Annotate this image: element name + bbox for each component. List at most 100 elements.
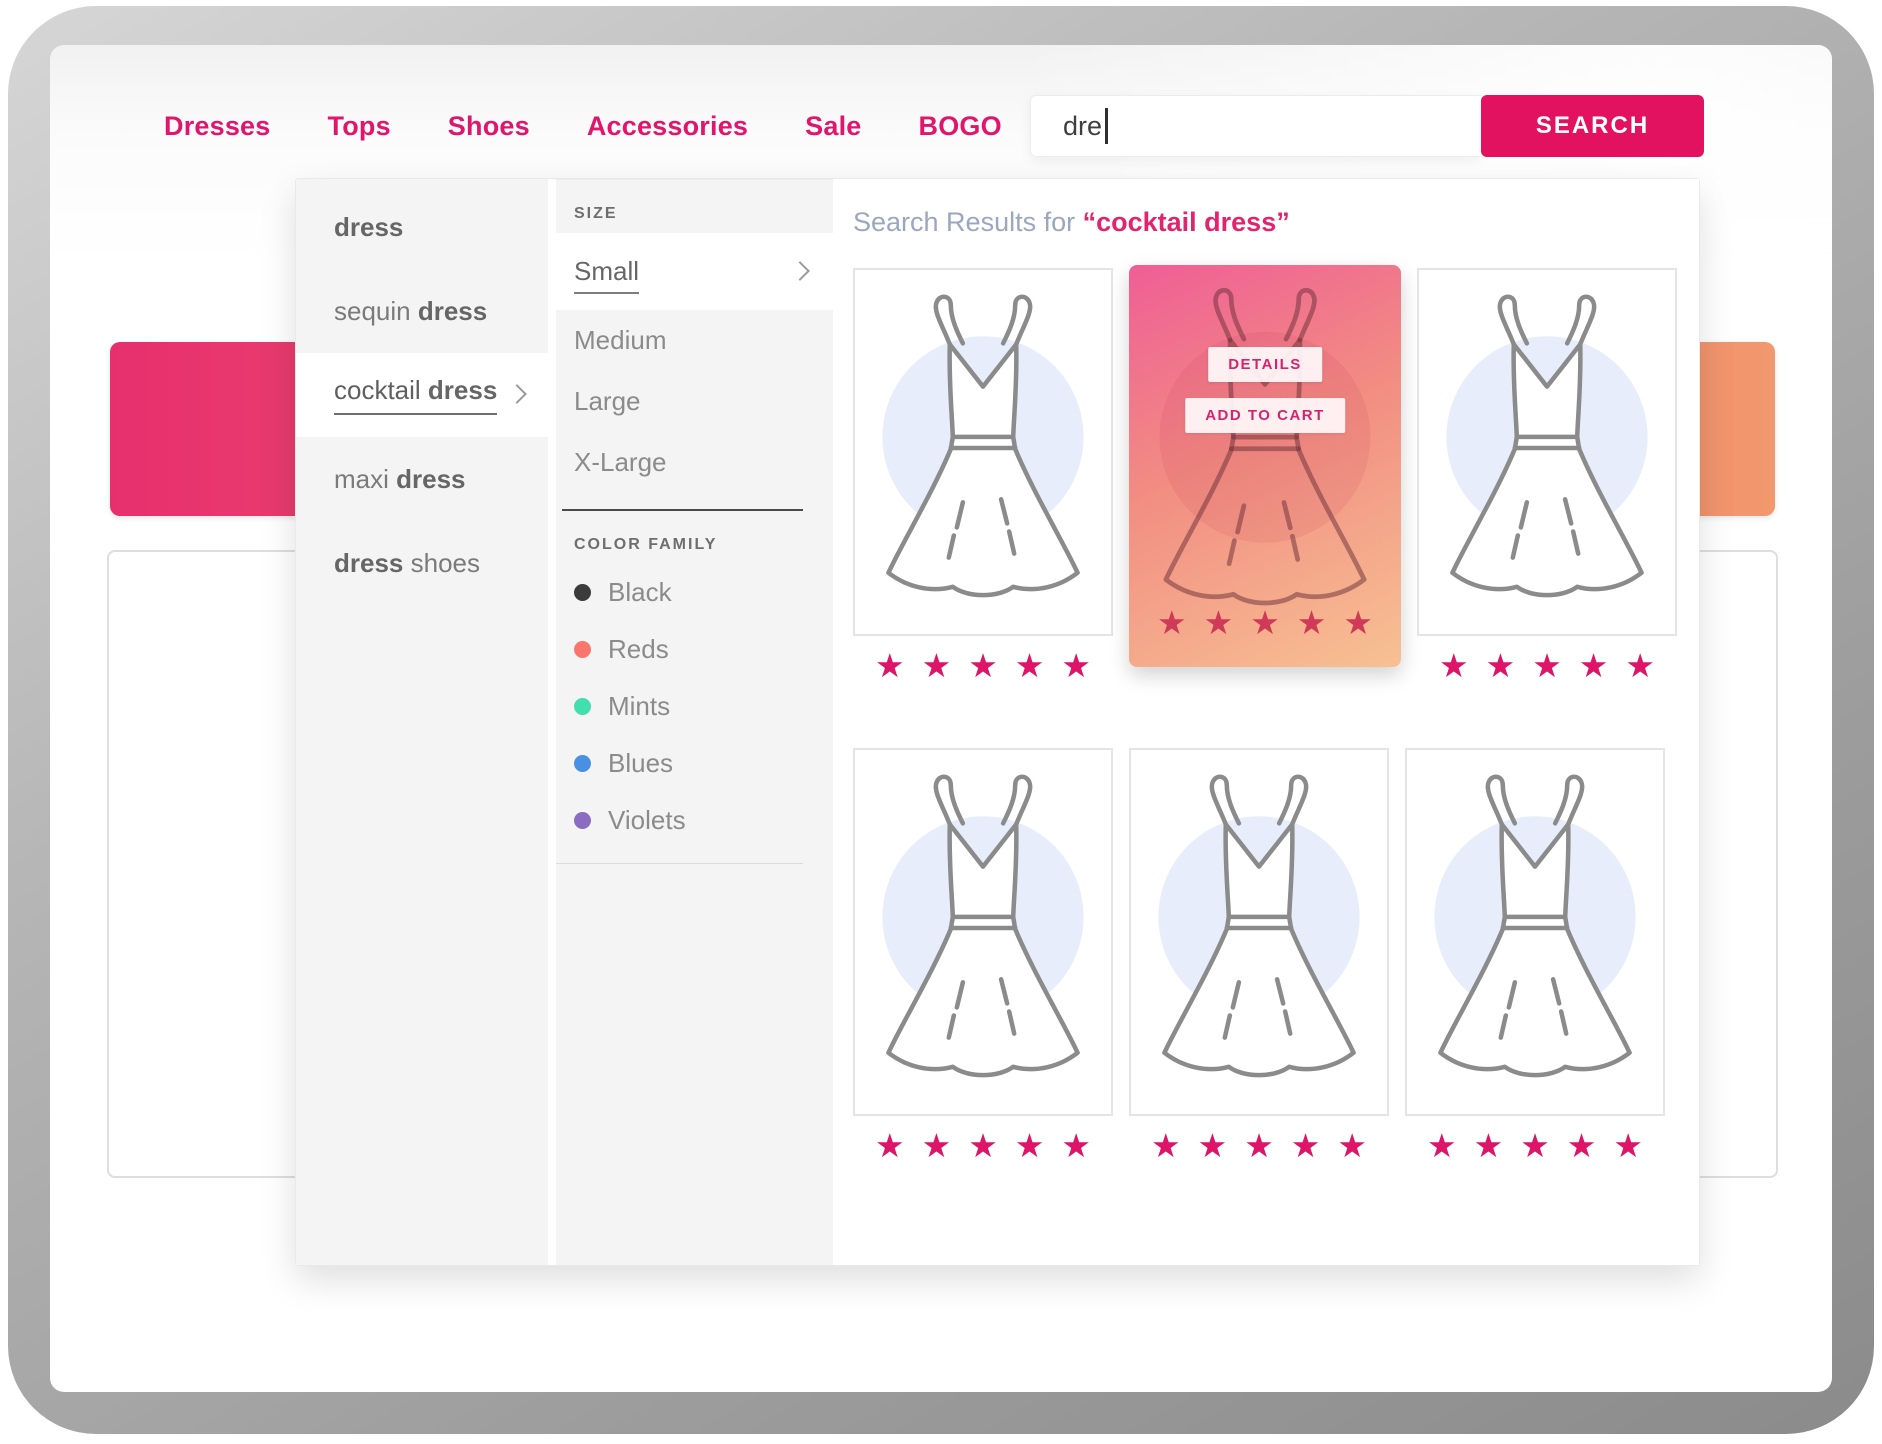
star-icon: ★ bbox=[1291, 1129, 1321, 1162]
main-navigation: Dresses Tops Shoes Accessories Sale BOGO bbox=[164, 95, 1002, 157]
suggestion-label: maxi dress bbox=[334, 464, 466, 495]
star-icon: ★ bbox=[1613, 1129, 1643, 1162]
star-icon: ★ bbox=[1427, 1129, 1457, 1162]
color-swatch-icon bbox=[574, 698, 591, 715]
star-icon: ★ bbox=[1204, 606, 1234, 639]
star-icon: ★ bbox=[1343, 606, 1373, 639]
color-option-label: Black bbox=[608, 577, 672, 608]
nav-link-bogo[interactable]: BOGO bbox=[919, 111, 1002, 142]
suggestion-sequin-dress[interactable]: sequin dress bbox=[296, 269, 548, 353]
star-icon: ★ bbox=[1015, 649, 1045, 682]
device-frame: Dresses Tops Shoes Accessories Sale BOGO dre … bbox=[8, 6, 1874, 1434]
search-results: Search Results for “cocktail dress” ★★★★… bbox=[833, 179, 1699, 1265]
color-option-label: Blues bbox=[608, 748, 673, 779]
color-option-violets[interactable]: Violets bbox=[556, 792, 833, 849]
chevron-right-icon bbox=[507, 384, 527, 404]
color-family-header: COLOR FAMILY bbox=[574, 536, 833, 554]
product-card-4: ★ ★ ★ ★ ★ bbox=[853, 748, 1113, 1162]
product-card-image-area[interactable] bbox=[853, 748, 1113, 1116]
star-icon: ★ bbox=[1520, 1129, 1550, 1162]
suggestion-label: sequin dress bbox=[334, 296, 487, 327]
search-query-text: dre bbox=[1063, 111, 1102, 142]
color-option-reds[interactable]: Reds bbox=[556, 621, 833, 678]
size-option-x-large[interactable]: X-Large bbox=[556, 432, 833, 493]
color-option-blues[interactable]: Blues bbox=[556, 735, 833, 792]
nav-link-shoes[interactable]: Shoes bbox=[448, 111, 530, 142]
suggestion-label: cocktail dress bbox=[334, 375, 497, 415]
product-card-image-area[interactable] bbox=[1129, 748, 1389, 1116]
suggestion-cocktail-dress[interactable]: cocktail dress bbox=[296, 353, 548, 437]
star-icon: ★ bbox=[1486, 649, 1516, 682]
star-icon: ★ bbox=[1157, 606, 1187, 639]
star-icon: ★ bbox=[1244, 1129, 1274, 1162]
size-option-label: Medium bbox=[574, 325, 666, 355]
star-icon: ★ bbox=[1439, 649, 1469, 682]
dress-illustration bbox=[1434, 286, 1660, 618]
color-option-mints[interactable]: Mints bbox=[556, 678, 833, 735]
product-card-image-area[interactable]: DETAILSADD TO CART★★★★★ bbox=[1129, 265, 1401, 667]
nav-link-tops[interactable]: Tops bbox=[328, 111, 391, 142]
add-to-cart-button[interactable]: ADD TO CART bbox=[1185, 398, 1345, 433]
details-button[interactable]: DETAILS bbox=[1208, 347, 1322, 382]
product-card-3: ★★★★★ bbox=[1417, 268, 1677, 682]
rating-stars: ★ ★ ★ ★ ★ bbox=[1129, 1129, 1389, 1162]
star-icon: ★ bbox=[968, 649, 998, 682]
filter-divider-light bbox=[556, 863, 803, 864]
star-icon: ★ bbox=[875, 649, 905, 682]
dress-illustration bbox=[1146, 279, 1384, 627]
dress-illustration bbox=[1146, 766, 1372, 1098]
search-input[interactable]: dre bbox=[1030, 95, 1481, 157]
star-icon: ★ bbox=[1625, 649, 1655, 682]
nav-link-accessories[interactable]: Accessories bbox=[587, 111, 748, 142]
star-icon: ★ bbox=[922, 1129, 952, 1162]
star-icon: ★ bbox=[968, 1129, 998, 1162]
rating-stars: ★★★★★ bbox=[853, 649, 1113, 682]
rating-stars: ★★★★★ bbox=[1417, 649, 1677, 682]
size-options: Small Medium Large X-Large bbox=[556, 233, 833, 493]
star-icon: ★ bbox=[1337, 1129, 1367, 1162]
size-option-large[interactable]: Large bbox=[556, 371, 833, 432]
rating-stars: ★★★★★ bbox=[1405, 1129, 1665, 1162]
chevron-right-icon bbox=[790, 261, 810, 281]
filters-panel: SIZE SmallMediumLargeX-Large COLOR FAMIL… bbox=[556, 179, 833, 1265]
size-option-label: Small bbox=[574, 256, 639, 294]
star-icon: ★ bbox=[1061, 1129, 1091, 1162]
product-card-image-area[interactable] bbox=[1405, 748, 1665, 1116]
nav-link-sale[interactable]: Sale bbox=[805, 111, 861, 142]
product-card-image-area[interactable] bbox=[853, 268, 1113, 636]
star-icon: ★ bbox=[875, 1129, 905, 1162]
suggestion-maxi-dress[interactable]: maxi dress bbox=[296, 437, 548, 521]
star-icon: ★ bbox=[1532, 649, 1562, 682]
product-card-1: ★★★★★ bbox=[853, 268, 1113, 682]
color-swatch-icon bbox=[574, 812, 591, 829]
nav-link-dresses[interactable]: Dresses bbox=[164, 111, 271, 142]
page-background: Dresses Tops Shoes Accessories Sale BOGO dre … bbox=[50, 45, 1832, 1392]
results-grid-row-1: ★★★★★ DETAILSADD TO CART★★★★★ ★★★★★ bbox=[853, 268, 1699, 682]
rating-stars: ★ ★ ★ ★ ★ bbox=[853, 1129, 1113, 1162]
dress-illustration bbox=[870, 766, 1096, 1098]
search-button[interactable]: SEARCH bbox=[1481, 95, 1704, 157]
size-option-medium[interactable]: Medium bbox=[556, 310, 833, 371]
size-option-label: Large bbox=[574, 386, 641, 416]
text-cursor bbox=[1105, 108, 1108, 144]
color-swatch-icon bbox=[574, 755, 591, 772]
star-icon: ★ bbox=[1015, 1129, 1045, 1162]
size-option-small[interactable]: Small bbox=[556, 233, 833, 310]
color-option-black[interactable]: Black bbox=[556, 564, 833, 621]
star-icon: ★ bbox=[1061, 649, 1091, 682]
color-option-label: Violets bbox=[608, 805, 686, 836]
search-bar: dre SEARCH bbox=[1030, 95, 1704, 157]
color-swatch-icon bbox=[574, 641, 591, 658]
search-dropdown-panel: dresssequin dresscocktail dressmaxi dres… bbox=[295, 178, 1700, 1266]
product-card-image-area[interactable] bbox=[1417, 268, 1677, 636]
product-card-2-featured: DETAILSADD TO CART★★★★★ bbox=[1129, 265, 1401, 667]
color-option-label: Reds bbox=[608, 634, 669, 665]
rating-stars: ★★★★★ bbox=[1129, 606, 1401, 639]
dress-illustration bbox=[870, 286, 1096, 618]
suggestion-label: dress shoes bbox=[334, 548, 480, 579]
filter-divider bbox=[562, 509, 803, 511]
suggestion-dress-shoes[interactable]: dress shoes bbox=[296, 521, 548, 605]
star-icon: ★ bbox=[1198, 1129, 1228, 1162]
suggestions-list: dresssequin dresscocktail dressmaxi dres… bbox=[296, 179, 548, 1265]
star-icon: ★ bbox=[1151, 1129, 1181, 1162]
